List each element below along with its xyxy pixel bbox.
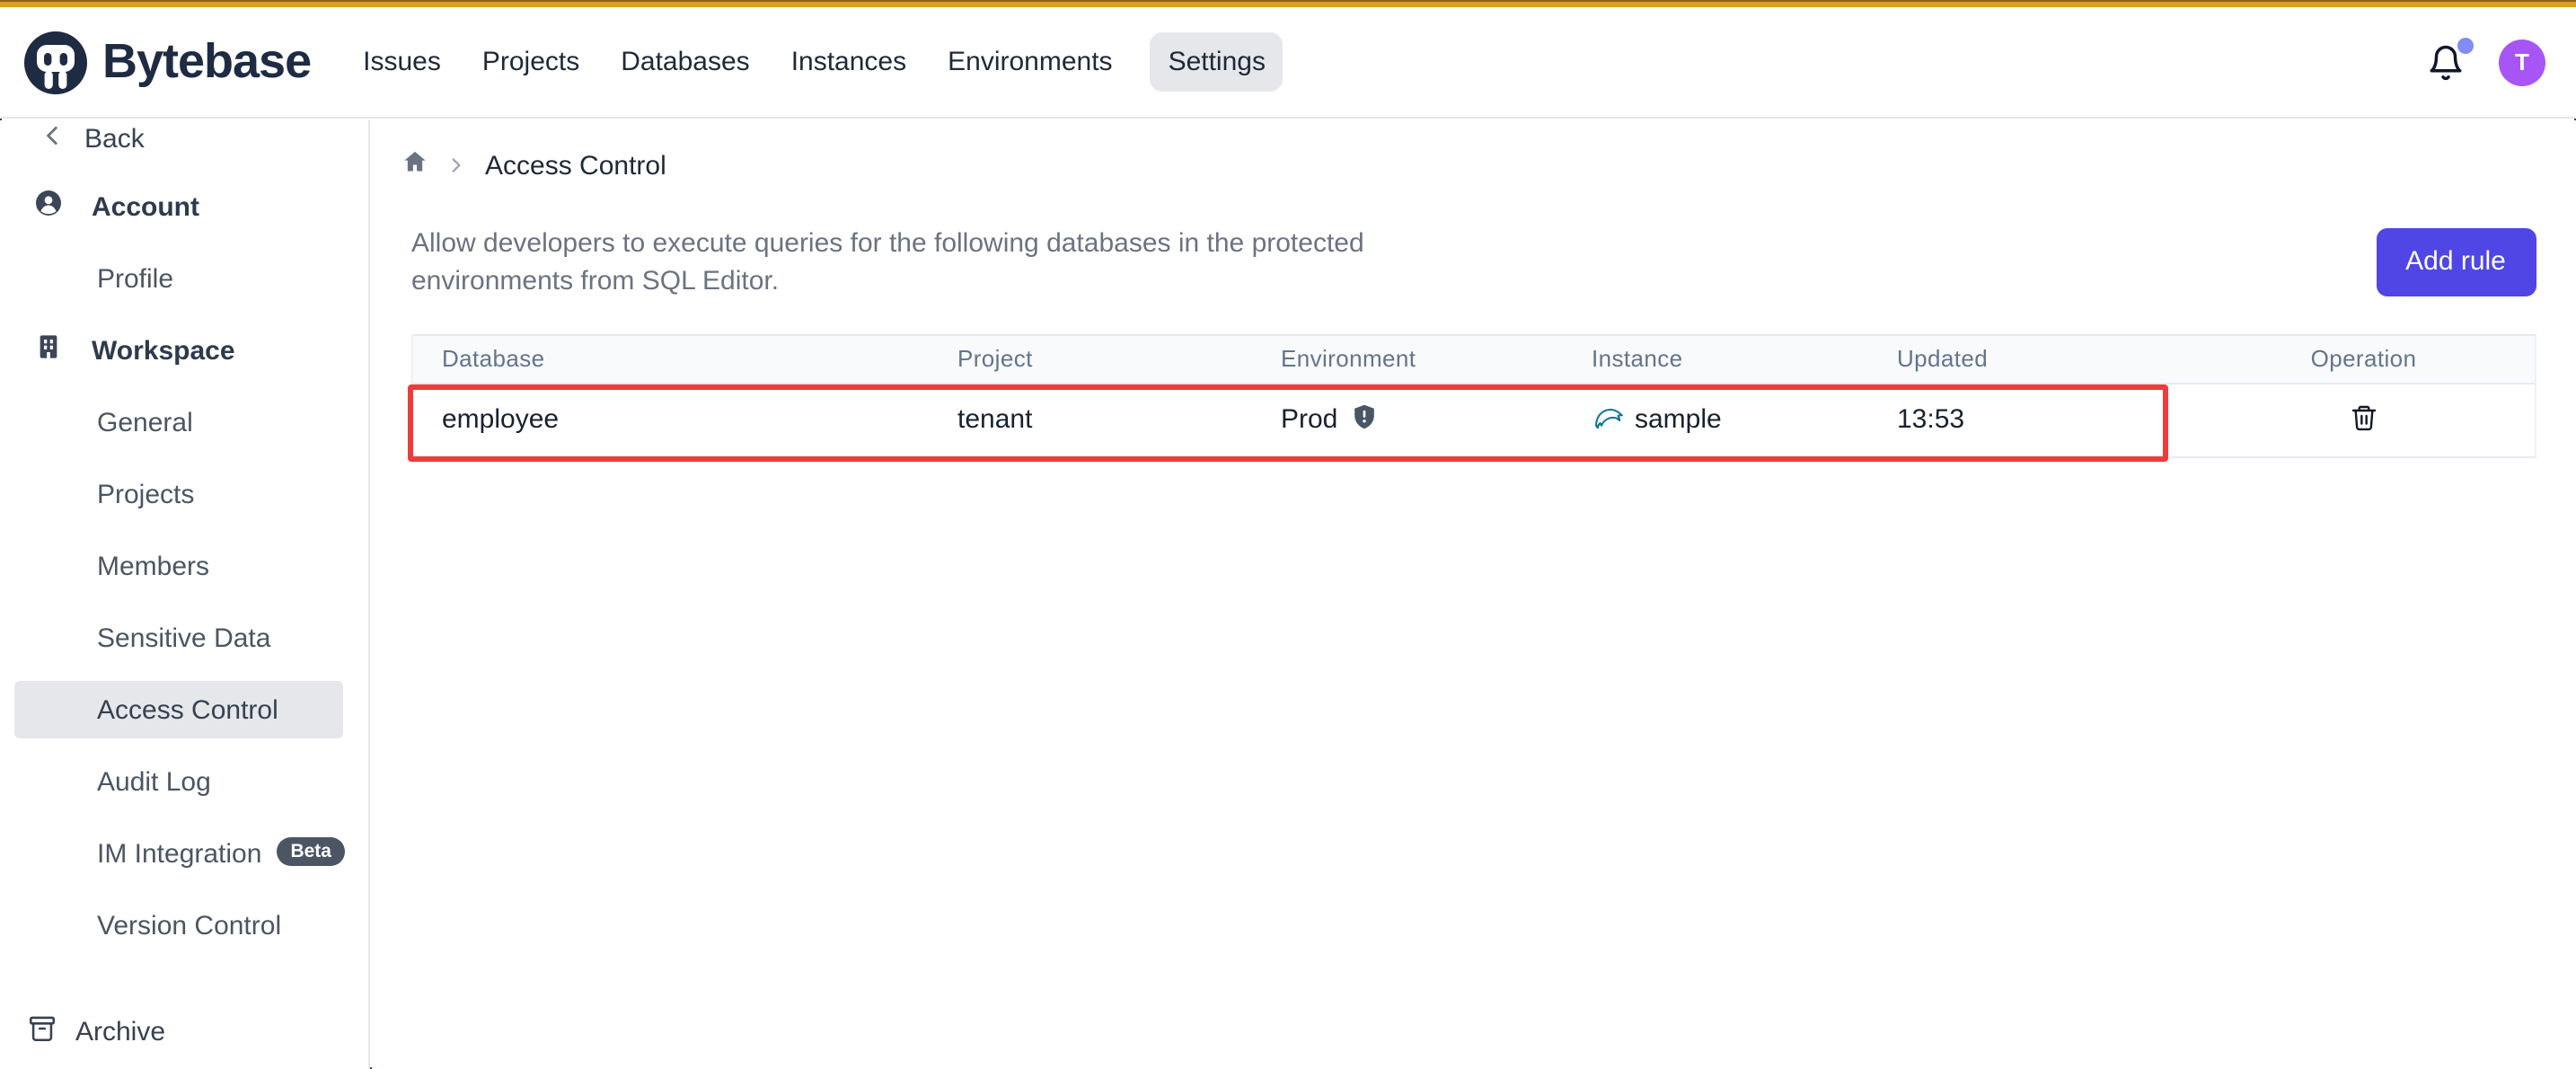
sidebar-item-access-control[interactable]: Access Control	[14, 681, 343, 738]
item-label: Version Control	[97, 910, 281, 941]
item-label: Audit Log	[97, 766, 211, 797]
nav-item-settings[interactable]: Settings	[1151, 32, 1284, 92]
top-navbar: Bytebase Issues Projects Databases Insta…	[0, 7, 2576, 119]
archive-box-icon	[27, 1012, 75, 1050]
column-header-database: Database	[413, 336, 929, 382]
mysql-dolphin-icon	[1592, 400, 1626, 441]
main-nav: Issues Projects Databases Instances Envi…	[359, 32, 1284, 92]
cell-updated: 13:53	[1868, 384, 2193, 456]
building-icon	[34, 332, 92, 368]
item-label: Members	[97, 551, 209, 581]
nav-item-environments[interactable]: Environments	[944, 32, 1116, 92]
sidebar-item-members[interactable]: Members	[0, 541, 368, 591]
item-label: Profile	[97, 263, 173, 294]
avatar[interactable]: T	[2499, 39, 2545, 85]
column-header-project: Project	[929, 336, 1252, 382]
trash-icon	[2350, 402, 2378, 438]
breadcrumb: Access Control	[402, 149, 666, 183]
item-label: Access Control	[97, 694, 278, 725]
nav-item-instances[interactable]: Instances	[788, 32, 910, 92]
notifications-button[interactable]	[2427, 42, 2466, 82]
sidebar-item-profile[interactable]: Profile	[0, 253, 368, 304]
chevron-left-icon	[41, 123, 84, 154]
table-row: employee tenant Prod	[413, 384, 2534, 458]
cell-database: employee	[413, 384, 929, 456]
bytebase-logo[interactable]: Bytebase	[23, 30, 311, 94]
section-label: Account	[92, 191, 199, 222]
archive-label: Archive	[75, 1016, 165, 1047]
brand-wordmark: Bytebase	[102, 34, 311, 90]
main-content: Access Control Allow developers to execu…	[372, 120, 2576, 1069]
settings-sidebar: Back Account Profile	[0, 120, 370, 1069]
user-circle-icon	[34, 189, 92, 225]
sidebar-item-version-control[interactable]: Version Control	[0, 900, 368, 950]
cell-instance[interactable]: sample	[1563, 384, 1868, 456]
sidebar-item-sensitive-data[interactable]: Sensitive Data	[0, 613, 368, 663]
bell-icon	[2427, 58, 2465, 89]
nav-item-projects[interactable]: Projects	[479, 32, 583, 92]
item-label: Projects	[97, 479, 194, 509]
chevron-right-icon	[447, 150, 465, 182]
bytebase-app-window: Bytebase Issues Projects Databases Insta…	[0, 0, 2576, 1069]
cell-project[interactable]: tenant	[929, 384, 1252, 456]
navbar-right: T	[2427, 39, 2545, 85]
beta-badge: Beta	[276, 838, 346, 866]
project-name: tenant	[957, 405, 1032, 436]
home-icon[interactable]	[402, 149, 428, 183]
item-label: Sensitive Data	[97, 623, 270, 653]
environment-name: Prod	[1281, 405, 1337, 436]
column-header-instance: Instance	[1563, 336, 1868, 382]
nav-item-databases[interactable]: Databases	[617, 32, 753, 92]
sidebar-item-general[interactable]: General	[0, 397, 368, 447]
add-rule-button[interactable]: Add rule	[2376, 227, 2536, 296]
bytebase-mascot-icon	[23, 30, 88, 94]
access-rules-table: Database Project Environment Instance Up…	[411, 334, 2536, 458]
item-label: IM Integration	[97, 838, 261, 869]
back-button[interactable]: Back	[0, 120, 368, 163]
delete-rule-button[interactable]	[2350, 402, 2378, 438]
column-header-operation: Operation	[2193, 336, 2534, 382]
database-name: employee	[442, 405, 559, 436]
sidebar-section-account: Account	[0, 181, 368, 232]
nav-item-issues[interactable]: Issues	[359, 32, 445, 92]
page-description: Allow developers to execute queries for …	[411, 226, 1444, 300]
section-label: Workspace	[92, 335, 235, 366]
breadcrumb-current: Access Control	[485, 151, 666, 181]
sidebar-item-im-integration[interactable]: IM Integration Beta	[0, 828, 368, 879]
sidebar-item-projects[interactable]: Projects	[0, 469, 368, 519]
instance-name: sample	[1635, 405, 1722, 436]
column-header-environment: Environment	[1252, 336, 1563, 382]
back-label: Back	[84, 123, 145, 154]
updated-time: 13:53	[1897, 405, 1964, 436]
cell-operation	[2193, 384, 2534, 456]
notification-dot	[2457, 37, 2474, 53]
sidebar-section-workspace: Workspace	[0, 325, 368, 375]
shield-exclamation-icon	[1350, 402, 1377, 438]
sidebar-item-archive[interactable]: Archive	[0, 1006, 368, 1056]
item-label: General	[97, 407, 193, 437]
column-header-updated: Updated	[1868, 336, 2193, 382]
sidebar-item-audit-log[interactable]: Audit Log	[0, 756, 368, 807]
top-accent-bar	[0, 0, 2576, 7]
cell-environment: Prod	[1252, 384, 1563, 456]
table-header-row: Database Project Environment Instance Up…	[413, 334, 2534, 384]
